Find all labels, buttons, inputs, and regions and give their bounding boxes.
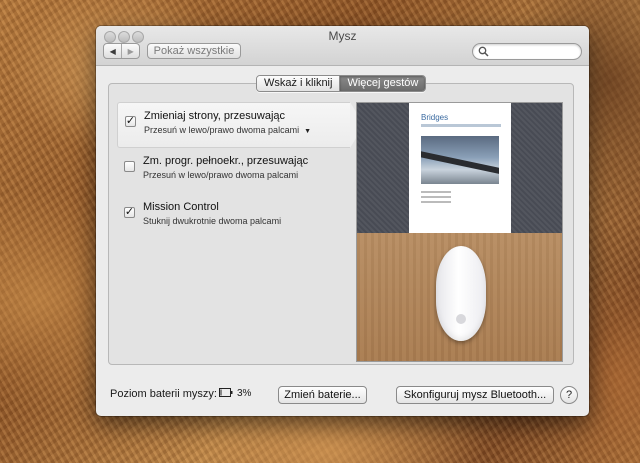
magic-mouse-image xyxy=(436,246,486,341)
gesture-row-fullscreen-apps[interactable]: Zm. progr. pełnoekr., przesuwając Przesu… xyxy=(117,148,350,194)
preview-document-lines xyxy=(421,191,451,206)
search-field[interactable] xyxy=(472,43,582,60)
tab-point-and-click[interactable]: Wskaż i kliknij xyxy=(257,76,340,91)
preview-document: Bridges xyxy=(409,103,511,233)
dropdown-caret-icon[interactable]: ▼ xyxy=(304,128,311,135)
title-bar: Mysz ◀ ▶ Pokaż wszystkie xyxy=(96,26,589,66)
gesture-subtitle[interactable]: Przesuń w lewo/prawo dwoma palcami ▼ xyxy=(144,125,311,135)
preview-desk xyxy=(357,233,562,361)
content-panel: ✓ Zmieniaj strony, przesuwając Przesuń w… xyxy=(108,83,574,365)
gesture-list: ✓ Zmieniaj strony, przesuwając Przesuń w… xyxy=(117,102,364,240)
battery-level-label: Poziom baterii myszy: xyxy=(110,388,217,400)
search-icon xyxy=(478,46,489,57)
change-battery-button[interactable]: Zmień baterie... xyxy=(278,386,367,404)
gesture-subtitle: Przesuń w lewo/prawo dwoma palcami xyxy=(143,170,299,180)
gesture-title: Zm. progr. pełnoekr., przesuwając xyxy=(143,155,309,167)
tab-more-gestures[interactable]: Więcej gestów xyxy=(339,76,426,91)
preferences-window: Mysz ◀ ▶ Pokaż wszystkie Wskaż i kliknij… xyxy=(96,26,589,416)
tab-bar: Wskaż i kliknij Więcej gestów xyxy=(256,75,427,92)
battery-percentage: 3% xyxy=(237,388,252,399)
back-arrow-icon[interactable]: ◀ xyxy=(104,44,121,58)
gesture-subtitle-text: Przesuń w lewo/prawo dwoma palcami xyxy=(144,125,300,135)
checkbox-mission-control[interactable]: ✓ xyxy=(124,207,135,218)
gesture-subtitle: Stuknij dwukrotnie dwoma palcami xyxy=(143,216,282,226)
checkbox-fullscreen-apps[interactable] xyxy=(124,161,135,172)
gesture-title: Zmieniaj strony, przesuwając xyxy=(144,110,286,122)
back-forward-control: ◀ ▶ xyxy=(103,43,140,59)
gesture-row-swipe-pages[interactable]: ✓ Zmieniaj strony, przesuwając Przesuń w… xyxy=(117,102,364,148)
bridge-shape xyxy=(421,150,499,177)
window-title: Mysz xyxy=(328,29,357,43)
bridge-photo xyxy=(421,136,499,184)
gesture-title: Mission Control xyxy=(143,201,219,213)
apple-logo-icon xyxy=(456,314,466,324)
battery-icon xyxy=(219,388,233,397)
gesture-preview: Bridges xyxy=(356,102,563,362)
forward-arrow-icon[interactable]: ▶ xyxy=(121,44,139,58)
help-button[interactable]: ? xyxy=(560,386,578,404)
show-all-button[interactable]: Pokaż wszystkie xyxy=(147,43,241,59)
checkbox-swipe-pages[interactable]: ✓ xyxy=(125,116,136,127)
preview-screen: Bridges xyxy=(357,103,562,233)
preview-document-subtitle xyxy=(421,124,501,127)
preview-document-title: Bridges xyxy=(421,113,449,122)
gesture-row-mission-control[interactable]: ✓ Mission Control Stuknij dwukrotnie dwo… xyxy=(117,194,350,240)
configure-bluetooth-mouse-button[interactable]: Skonfiguruj mysz Bluetooth... xyxy=(396,386,554,404)
